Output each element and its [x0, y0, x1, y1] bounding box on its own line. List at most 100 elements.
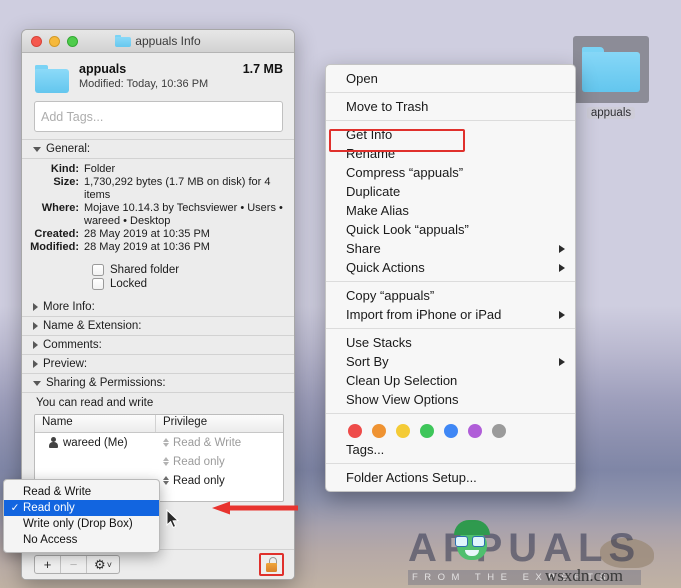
table-row[interactable]: Read only [35, 452, 283, 471]
disclosure-triangle-right-icon[interactable] [33, 360, 38, 368]
disclosure-triangle-right-icon[interactable] [33, 303, 38, 311]
permissions-privilege-value: Read only [173, 474, 225, 487]
section-label-general: General: [46, 143, 91, 155]
context-menu-item-move-to-trash[interactable]: Move to Trash [326, 97, 575, 116]
section-header-more-info[interactable]: More Info: [22, 298, 294, 317]
permissions-privilege-cell[interactable]: Read & Write [156, 437, 283, 449]
stepper-icon[interactable] [163, 457, 169, 466]
permissions-privilege-cell-active[interactable]: Read only [156, 475, 283, 487]
context-menu-item-tags[interactable]: Tags... [326, 440, 575, 459]
disclosure-triangle-down-icon[interactable] [33, 380, 41, 386]
table-row[interactable]: wareed (Me) Read & Write [35, 433, 283, 452]
context-menu-item-sort-by[interactable]: Sort By [326, 352, 575, 371]
desktop-folder-thumbnail[interactable] [573, 36, 649, 103]
menu-separator [326, 328, 575, 329]
zoom-button[interactable] [67, 35, 78, 47]
column-header-privilege: Privilege [163, 416, 208, 428]
context-menu-item-open[interactable]: Open [326, 69, 575, 88]
gear-icon: ⚙ [94, 556, 106, 572]
section-header-general[interactable]: General: [22, 139, 294, 159]
chevron-down-icon: ˅ [106, 559, 112, 570]
info-key: Kind: [50, 163, 79, 175]
disclosure-triangle-down-icon[interactable] [33, 146, 41, 152]
tag-color-swatches[interactable] [326, 418, 575, 440]
file-name: appuals [79, 62, 127, 76]
context-menu-item-folder-actions-setup[interactable]: Folder Actions Setup... [326, 468, 575, 487]
remove-user-button[interactable]: − [61, 556, 87, 573]
info-value: 28 May 2019 at 10:35 PM [84, 228, 210, 240]
submenu-arrow-icon [559, 357, 565, 366]
checkbox-box[interactable] [92, 278, 104, 290]
context-menu-item-clean-up-selection[interactable]: Clean Up Selection [326, 371, 575, 390]
context-menu-item-share[interactable]: Share [326, 239, 575, 258]
privilege-option-no-access[interactable]: No Access [4, 532, 159, 548]
stepper-icon[interactable] [163, 438, 169, 447]
add-tags-field[interactable]: Add Tags... [34, 101, 283, 132]
context-menu-item-copy[interactable]: Copy “appuals” [326, 286, 575, 305]
action-gear-button[interactable]: ⚙ ˅ [87, 556, 119, 573]
get-info-highlight-box [329, 129, 465, 152]
context-menu-item-duplicate[interactable]: Duplicate [326, 182, 575, 201]
context-menu-item-use-stacks[interactable]: Use Stacks [326, 333, 575, 352]
info-key: Size: [53, 176, 79, 188]
tag-color-orange[interactable] [372, 424, 386, 438]
stepper-icon[interactable] [163, 476, 169, 485]
tag-color-gray[interactable] [492, 424, 506, 438]
tag-color-green[interactable] [420, 424, 434, 438]
desktop-wallpaper-rock [600, 538, 654, 568]
permissions-table-header: Name Privilege [35, 415, 283, 433]
permissions-privilege-cell[interactable]: Read only [156, 456, 283, 468]
info-row-where: Where: Mojave 10.14.3 by Techsviewer • U… [22, 202, 294, 228]
context-menu-item-show-view-options[interactable]: Show View Options [326, 390, 575, 409]
tag-color-yellow[interactable] [396, 424, 410, 438]
add-user-button[interactable]: + [35, 556, 61, 573]
context-menu-item-import-from-iphone[interactable]: Import from iPhone or iPad [326, 305, 575, 324]
menu-separator [326, 281, 575, 282]
minimize-button[interactable] [49, 35, 60, 47]
privilege-option-read-only[interactable]: ✓ Read only [4, 500, 159, 516]
context-menu-label: Open [346, 71, 378, 86]
submenu-arrow-icon [559, 310, 565, 319]
tag-color-purple[interactable] [468, 424, 482, 438]
desktop-folder-appuals[interactable]: appuals [573, 36, 649, 121]
disclosure-triangle-right-icon[interactable] [33, 322, 38, 330]
permissions-button-group: + − ⚙ ˅ [34, 555, 120, 574]
context-menu-item-compress[interactable]: Compress “appuals” [326, 163, 575, 182]
permissions-privilege-value: Read only [173, 455, 225, 468]
context-menu-item-quick-look[interactable]: Quick Look “appuals” [326, 220, 575, 239]
window-titlebar[interactable]: appuals Info [22, 30, 294, 53]
permissions-toolbar: + − ⚙ ˅ [22, 549, 294, 579]
checkbox-box[interactable] [92, 264, 104, 276]
section-label-more-info: More Info: [43, 301, 95, 313]
checkbox-label: Locked [110, 278, 148, 290]
checkbox-locked[interactable]: Locked [92, 278, 294, 290]
section-header-comments[interactable]: Comments: [22, 336, 294, 355]
privilege-option-write-only[interactable]: Write only (Drop Box) [4, 516, 159, 532]
privilege-option-label: Read & Write [23, 486, 92, 498]
privilege-option-read-write[interactable]: Read & Write [4, 484, 159, 500]
section-header-name-extension[interactable]: Name & Extension: [22, 317, 294, 336]
context-menu-item-make-alias[interactable]: Make Alias [326, 201, 575, 220]
context-menu-label: Make Alias [346, 203, 409, 218]
wsxdn-watermark: wsxdn.com [545, 566, 623, 585]
section-label-name-extension: Name & Extension: [43, 320, 142, 332]
privilege-dropdown-menu[interactable]: Read & Write ✓ Read only Write only (Dro… [3, 479, 160, 553]
close-button[interactable] [31, 35, 42, 47]
file-header: appuals Modified: Today, 10:36 PM 1.7 MB [22, 53, 294, 99]
checkbox-label: Shared folder [110, 264, 180, 276]
tag-color-red[interactable] [348, 424, 362, 438]
column-header-name: Name [35, 415, 156, 432]
tag-color-blue[interactable] [444, 424, 458, 438]
context-menu-label: Duplicate [346, 184, 401, 199]
context-menu-label: Import from iPhone or iPad [346, 307, 502, 322]
section-header-preview[interactable]: Preview: [22, 355, 294, 374]
section-header-sharing-permissions[interactable]: Sharing & Permissions: [22, 374, 294, 393]
disclosure-triangle-right-icon[interactable] [33, 341, 38, 349]
appuals-mascot-icon [450, 520, 494, 564]
lock-button-highlight[interactable] [259, 553, 284, 576]
unlocked-padlock-icon[interactable] [266, 557, 277, 572]
checkbox-shared-folder[interactable]: Shared folder [92, 264, 294, 276]
permissions-user-name: wareed (Me) [63, 436, 128, 449]
context-menu-item-quick-actions[interactable]: Quick Actions [326, 258, 575, 277]
privilege-option-label: Read only [23, 502, 75, 514]
